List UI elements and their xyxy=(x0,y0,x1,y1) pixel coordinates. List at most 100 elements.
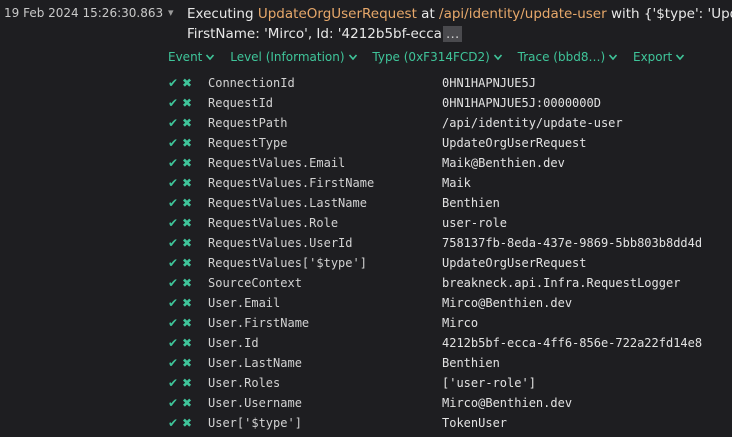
check-icon[interactable]: ✔ xyxy=(168,213,180,233)
chevron-down-icon xyxy=(348,54,357,61)
property-value: /api/identity/update-user xyxy=(442,116,623,130)
check-icon[interactable]: ✔ xyxy=(168,113,180,133)
check-icon[interactable]: ✔ xyxy=(168,173,180,193)
property-row: ✔ ✖ User['$type'] TokenUser xyxy=(168,413,732,433)
event-menu-button[interactable]: Event xyxy=(168,50,215,64)
property-value: 0HN1HAPNJUE5J xyxy=(442,76,536,90)
check-icon[interactable]: ✔ xyxy=(168,73,180,93)
x-icon[interactable]: ✖ xyxy=(182,293,194,313)
property-key: RequestValues.FirstName xyxy=(208,176,375,190)
x-icon[interactable]: ✖ xyxy=(182,213,194,233)
check-icon[interactable]: ✔ xyxy=(168,93,180,113)
check-icon[interactable]: ✔ xyxy=(168,273,180,293)
x-icon[interactable]: ✖ xyxy=(182,93,194,113)
property-value: 4212b5bf-ecca-4ff6-856e-722a22fd14e8 xyxy=(442,336,703,350)
level-menu-button[interactable]: Level (Information) xyxy=(230,50,357,64)
chevron-down-icon xyxy=(493,54,502,61)
check-icon[interactable]: ✔ xyxy=(168,153,180,173)
message-request-path: /api/identity/update-user xyxy=(439,6,607,22)
property-key: User['$type'] xyxy=(208,416,302,430)
message-prefix: Executing xyxy=(187,6,258,22)
property-row: ✔ ✖ ConnectionId 0HN1HAPNJUE5J xyxy=(168,73,732,93)
event-menu-label: Event xyxy=(168,50,203,64)
x-icon[interactable]: ✖ xyxy=(182,193,194,213)
check-icon[interactable]: ✔ xyxy=(168,373,180,393)
message-mid: at xyxy=(416,6,440,22)
x-icon[interactable]: ✖ xyxy=(182,313,194,333)
export-menu-label: Export xyxy=(632,50,673,64)
check-icon[interactable]: ✔ xyxy=(168,333,180,353)
x-icon[interactable]: ✖ xyxy=(182,353,194,373)
property-key: User.LastName xyxy=(208,356,302,370)
chevron-down-icon xyxy=(206,54,215,61)
property-value: 758137fb-8eda-437e-9869-5bb803b8dd4d xyxy=(442,236,703,250)
check-icon[interactable]: ✔ xyxy=(168,253,180,273)
property-value: 0HN1HAPNJUE5J:0000000D xyxy=(442,96,601,110)
property-key: RequestId xyxy=(208,96,274,110)
property-row: ✔ ✖ RequestValues.FirstName Maik xyxy=(168,173,732,193)
chevron-down-icon xyxy=(609,54,618,61)
property-value: Mirco@Benthien.dev xyxy=(442,396,573,410)
x-icon[interactable]: ✖ xyxy=(182,413,194,433)
property-value: UpdateOrgUserRequest xyxy=(442,136,587,150)
property-row: ✔ ✖ RequestValues['$type'] UpdateOrgUserReq… xyxy=(168,253,732,273)
triangle-down-icon[interactable]: ▾ xyxy=(168,6,174,19)
property-value: TokenUser xyxy=(442,416,508,430)
x-icon[interactable]: ✖ xyxy=(182,253,194,273)
property-row: ✔ ✖ User.Id 4212b5bf-ecca-4ff6-856e-722a22f… xyxy=(168,333,732,353)
trace-menu-button[interactable]: Trace (bbd8…) xyxy=(518,50,619,64)
property-key: RequestPath xyxy=(208,116,288,130)
x-icon[interactable]: ✖ xyxy=(182,333,194,353)
check-icon[interactable]: ✔ xyxy=(168,313,180,333)
type-menu-button[interactable]: Type (0xF314FCD2) xyxy=(372,50,502,64)
property-key: User.Roles xyxy=(208,376,281,390)
property-row: ✔ ✖ RequestValues.LastName Benthien xyxy=(168,193,732,213)
check-icon[interactable]: ✔ xyxy=(168,393,180,413)
property-row: ✔ ✖ RequestValues.Email Maik@Benthien.dev xyxy=(168,153,732,173)
export-menu-button[interactable]: Export xyxy=(633,50,685,64)
property-key: RequestValues.UserId xyxy=(208,236,353,250)
property-row: ✔ ✖ RequestType UpdateOrgUserRequest xyxy=(168,133,732,153)
check-icon[interactable]: ✔ xyxy=(168,353,180,373)
property-value: Benthien xyxy=(442,356,500,370)
property-row: ✔ ✖ User.FirstName Mirco xyxy=(168,313,732,333)
x-icon[interactable]: ✖ xyxy=(182,373,194,393)
level-menu-label: Level (Information) xyxy=(230,50,345,64)
property-key: User.FirstName xyxy=(208,316,310,330)
property-row: ✔ ✖ RequestValues.UserId 758137fb-8eda-437e… xyxy=(168,233,732,253)
property-row: ✔ ✖ User.Roles ['user-role'] xyxy=(168,373,732,393)
x-icon[interactable]: ✖ xyxy=(182,73,194,93)
type-menu-label: Type (0xF314FCD2) xyxy=(372,50,490,64)
message-expand-ellipsis[interactable]: … xyxy=(442,26,463,42)
check-icon[interactable]: ✔ xyxy=(168,293,180,313)
event-timestamp: 19 Feb 2024 15:26:30.863 xyxy=(4,6,164,20)
x-icon[interactable]: ✖ xyxy=(182,233,194,253)
message-line-2: FirstName: 'Mirco', Id: '4212b5bf-ecca… xyxy=(187,24,732,44)
property-value: Benthien xyxy=(442,196,500,210)
property-row: ✔ ✖ RequestId 0HN1HAPNJUE5J:0000000D xyxy=(168,93,732,113)
check-icon[interactable]: ✔ xyxy=(168,193,180,213)
check-icon[interactable]: ✔ xyxy=(168,233,180,253)
x-icon[interactable]: ✖ xyxy=(182,173,194,193)
check-icon[interactable]: ✔ xyxy=(168,133,180,153)
property-table: ✔ ✖ ConnectionId 0HN1HAPNJUE5J ✔ ✖ RequestId 0H… xyxy=(168,73,732,433)
property-row: ✔ ✖ RequestPath/api/identity/update-user xyxy=(168,113,732,133)
property-value: Mirco xyxy=(442,316,479,330)
property-key: RequestValues.Email xyxy=(208,156,346,170)
x-icon[interactable]: ✖ xyxy=(182,273,194,293)
chevron-down-icon xyxy=(676,54,685,61)
x-icon[interactable]: ✖ xyxy=(182,113,194,133)
property-row: ✔ ✖ User.Username Mirco@Benthien.dev xyxy=(168,393,732,413)
property-value: user-role xyxy=(442,216,508,230)
property-key: RequestValues.LastName xyxy=(208,196,367,210)
x-icon[interactable]: ✖ xyxy=(182,393,194,413)
x-icon[interactable]: ✖ xyxy=(182,153,194,173)
event-message[interactable]: Executing UpdateOrgUserRequest at /api/i… xyxy=(187,4,732,44)
trace-menu-label: Trace (bbd8…) xyxy=(517,50,606,64)
message-suffix: with {'$type': 'UpdateOrgU xyxy=(610,6,732,22)
x-icon[interactable]: ✖ xyxy=(182,133,194,153)
check-icon[interactable]: ✔ xyxy=(168,413,180,433)
property-key: RequestValues.Role xyxy=(208,216,339,230)
property-value: Maik@Benthien.dev xyxy=(442,156,565,170)
property-row: ✔ ✖ RequestValues.Role user-role xyxy=(168,213,732,233)
